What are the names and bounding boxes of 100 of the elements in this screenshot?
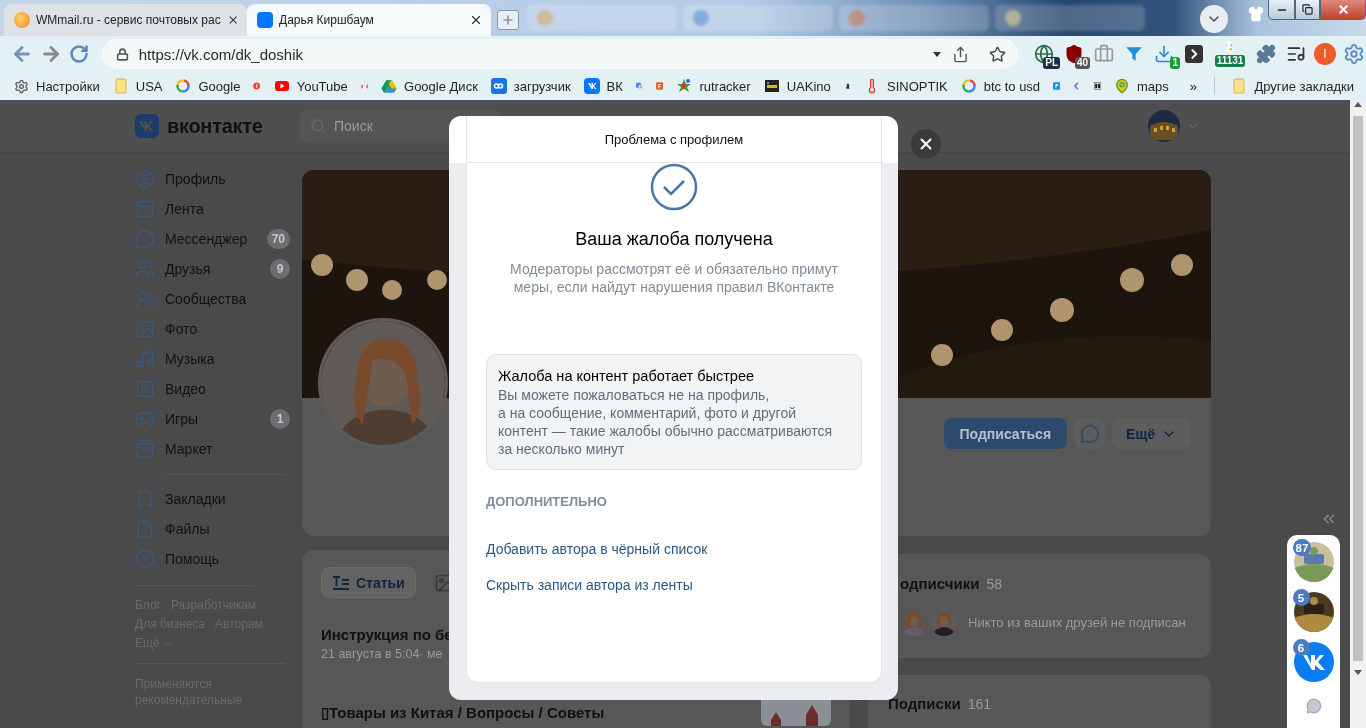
bookmark-link[interactable]: Google <box>175 78 241 94</box>
new-tab-button[interactable] <box>497 10 519 30</box>
briefcase-icon[interactable] <box>1094 44 1114 64</box>
film-icon <box>763 78 780 94</box>
nav-item[interactable]: Музыка <box>135 344 290 374</box>
nav-item[interactable]: Фото <box>135 314 290 344</box>
square-icon <box>257 12 273 28</box>
group-icon <box>135 289 155 309</box>
chat-bubble-icon[interactable] <box>1305 698 1322 714</box>
star-icon <box>676 78 693 94</box>
section-heading: ДОПОЛНИТЕЛЬНО <box>486 494 607 510</box>
share-icon[interactable] <box>952 45 969 63</box>
star-icon[interactable] <box>989 45 1006 63</box>
music-icon <box>135 349 155 369</box>
nav-item[interactable]: Помощь <box>135 544 290 574</box>
chat-bubble-icon <box>135 229 155 249</box>
bookmark-link[interactable]: rutracker <box>676 78 751 94</box>
browser-tab[interactable]: WMmail.ru - сервис почтовых рас <box>4 4 247 36</box>
map-pin-icon <box>1113 78 1130 94</box>
background-tab[interactable] <box>839 5 989 31</box>
bookmark-link[interactable]: YouTube <box>273 78 348 94</box>
count-badge: 6 <box>1292 639 1310 656</box>
bookmark-link[interactable]: загрузчик <box>490 78 571 94</box>
bookmark-link[interactable]: ВК <box>583 78 623 94</box>
browser-tab[interactable]: Дарья Киршбаум <box>247 4 491 36</box>
folder-icon <box>1231 78 1248 94</box>
triangle-icon <box>381 78 398 94</box>
chat-avatar[interactable]: 6 <box>1293 642 1334 682</box>
puzzle-icon[interactable] <box>1256 44 1276 64</box>
gamepad-icon <box>135 409 155 429</box>
nav-item[interactable]: Мессенджер 70 <box>135 224 290 254</box>
infinity-icon <box>490 78 507 94</box>
settings-icon[interactable] <box>1343 43 1365 65</box>
text-lines-icon <box>332 573 350 592</box>
nav-item[interactable]: Маркет <box>135 434 290 464</box>
bookmark-link[interactable]: Настройки <box>14 78 100 94</box>
download-icon[interactable] <box>1154 44 1174 64</box>
subscribe-button[interactable]: Подписаться <box>943 418 1068 449</box>
bookmark-link[interactable]: SINOPTIK <box>864 78 948 94</box>
post-meta: 21 августа в 5:04· ме <box>321 647 444 661</box>
play-icon <box>273 78 290 94</box>
coin-icon[interactable] <box>1223 40 1237 54</box>
background-tab[interactable] <box>995 5 1145 31</box>
ring-icon <box>960 78 977 94</box>
close-button[interactable] <box>911 129 941 159</box>
ring-icon <box>175 78 192 94</box>
close-icon[interactable] <box>469 13 483 27</box>
nav-item[interactable]: Видео <box>135 374 290 404</box>
profile-icon <box>135 169 155 189</box>
info-text: Вы можете пожаловаться не на профиль, а на сообщение, комментарий, фото и другой контент — такие жалобы обычно рассматриваются за несколько минут <box>498 386 834 458</box>
bookmark-link[interactable]: UAKino <box>763 78 831 94</box>
bag-icon <box>135 439 155 459</box>
modal-title: Проблема с профилем <box>467 116 881 163</box>
reload-icon <box>69 44 90 64</box>
dropdown-button[interactable] <box>1200 5 1228 33</box>
count-badge: 1 <box>270 409 290 429</box>
playlist-icon[interactable] <box>1286 44 1306 64</box>
more-button[interactable]: Ещё <box>1112 418 1191 449</box>
count-badge: 5 <box>1292 589 1310 606</box>
logo-text: вконтакте <box>167 114 263 138</box>
nav-item[interactable]: Лента <box>135 194 290 224</box>
funnel-icon[interactable] <box>1125 45 1143 63</box>
count-badge: 11131 <box>1214 55 1246 67</box>
friends-note: Никто из ваших друзей не подписан <box>968 614 1186 630</box>
feed-icon <box>135 199 155 219</box>
action-link[interactable]: Скрыть записи автора из ленты <box>486 577 693 593</box>
nav-item[interactable]: Файлы <box>135 514 290 544</box>
address-bar[interactable]: https://vk.com/dk_doshik <box>101 39 1018 69</box>
post-title[interactable]: ▯Товары из Китая / Вопросы / Советы <box>321 704 605 722</box>
bracket-icon[interactable] <box>1185 45 1203 63</box>
bookmark-folder[interactable]: Другие закладки <box>1231 78 1354 94</box>
plus-icon <box>501 13 515 27</box>
dropdown-icon[interactable] <box>932 49 942 59</box>
bookmark-link[interactable]: btc to usd <box>960 78 1041 94</box>
more-bookmarks-button[interactable]: » <box>1189 78 1197 94</box>
minimize-button[interactable] <box>1268 0 1295 20</box>
bookmark-link[interactable]: USA <box>112 78 163 94</box>
nav-item[interactable]: Сообщества <box>135 284 290 314</box>
chat-avatar[interactable]: 5 <box>1293 592 1334 632</box>
section-title: Подписки <box>888 695 961 712</box>
nav-item[interactable]: Друзья 9 <box>135 254 290 284</box>
chat-avatar[interactable]: 87 <box>1293 542 1334 582</box>
profile-avatar[interactable]: I <box>1314 43 1336 65</box>
nav-item[interactable]: Закладки <box>135 484 290 514</box>
subscription-count: 161 <box>967 696 991 712</box>
restore-button[interactable] <box>1295 0 1320 20</box>
scrollbar[interactable] <box>1350 100 1366 728</box>
tab[interactable]: Статьи <box>321 567 416 598</box>
nav-item[interactable]: Игры 1 <box>135 404 290 434</box>
file-icon <box>135 519 155 539</box>
bookmark-link[interactable]: Google Диск <box>381 78 478 94</box>
image-icon <box>135 319 155 339</box>
section-title: одписчики <box>900 575 980 592</box>
down-arrow-icon <box>1353 667 1363 677</box>
action-link[interactable]: Добавить автора в чёрный список <box>486 541 708 557</box>
up-arrow-icon <box>1353 100 1363 110</box>
close-window-button[interactable] <box>1320 0 1366 20</box>
nav-item[interactable]: Профиль <box>135 164 290 194</box>
bookmark-link[interactable]: maps <box>1113 78 1169 94</box>
shirt-icon[interactable] <box>1248 6 1264 22</box>
